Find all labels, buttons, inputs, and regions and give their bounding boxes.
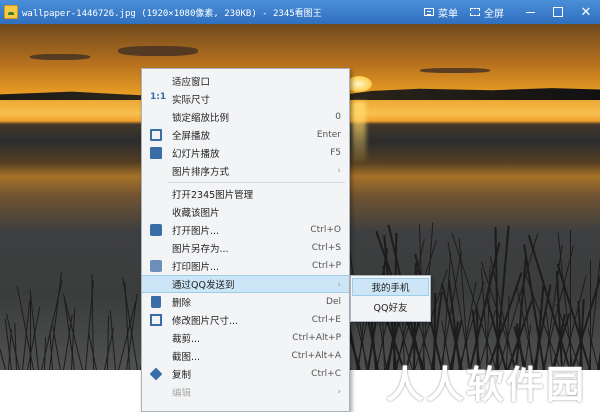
context-menu-item[interactable]: 锁定缩放比例 0 (142, 108, 349, 126)
menu-item-label: 删除 (172, 298, 192, 309)
menu-button[interactable]: 菜单 (424, 5, 458, 20)
submenu-item-my-phone[interactable]: 我的手机 (352, 278, 429, 296)
context-menu-item[interactable]: 全屏播放 Enter (142, 126, 349, 144)
trash-icon (151, 296, 161, 308)
menu-item-label: 图片排序方式 (172, 167, 230, 178)
sun-reflection (352, 102, 366, 162)
context-menu-item[interactable]: 复制 Ctrl+C (142, 365, 349, 383)
menu-item-label: 收藏该图片 (172, 208, 220, 219)
menu-item-label: 通过QQ发送到 (172, 280, 235, 291)
menu-item-shortcut: Ctrl+E (311, 315, 341, 325)
context-menu-item[interactable]: 打印图片... Ctrl+P (142, 257, 349, 275)
window-title: wallpaper-1446726.jpg (1920×1080像素, 230K… (22, 8, 322, 19)
context-menu-item[interactable]: 通过QQ发送到 › (142, 275, 349, 293)
context-menu-item[interactable]: 截图... Ctrl+Alt+A (142, 347, 349, 365)
chevron-right-icon: › (337, 280, 341, 290)
watermark-text: 人人软件园 (385, 363, 586, 407)
menu-item-shortcut: Ctrl+Alt+A (291, 351, 341, 361)
context-menu-item[interactable]: 1:1 实际尺寸 (142, 90, 349, 108)
grass-blade (0, 340, 6, 370)
submenu-item-qq-friend[interactable]: QQ好友 (352, 298, 429, 316)
grass-blade (27, 307, 41, 370)
fullscreen-icon (150, 129, 162, 141)
resize-icon (150, 314, 162, 326)
chevron-right-icon: › (337, 387, 341, 397)
menu-item-label: 裁剪... (172, 334, 201, 345)
copy-icon (149, 367, 163, 381)
context-menu-item[interactable]: 打开2345图片管理 (142, 185, 349, 203)
context-menu: 适应窗口 1:1 实际尺寸锁定缩放比例 0 全屏播放 Enter 幻灯片播放 F5 图片排序方式… (141, 68, 350, 412)
title-bar: wallpaper-1446726.jpg (1920×1080像素, 230K… (0, 0, 600, 24)
context-menu-item[interactable]: 图片排序方式 › (142, 162, 349, 180)
context-menu-item[interactable]: 图片另存为... Ctrl+S (142, 239, 349, 257)
cloud-shape (118, 46, 198, 56)
menu-item-shortcut: Enter (316, 130, 341, 140)
menu-item-label: 截图... (172, 352, 201, 363)
menu-item-shortcut: Ctrl+P (312, 261, 341, 271)
menu-separator (168, 182, 345, 183)
context-menu-item[interactable]: 收藏该图片 (142, 203, 349, 221)
minimize-button[interactable] (516, 0, 544, 24)
menu-item-shortcut: Del (326, 297, 341, 307)
close-button[interactable]: ✕ (572, 0, 600, 24)
menu-item-shortcut: Ctrl+Alt+P (292, 333, 341, 343)
menu-item-shortcut: F5 (330, 148, 341, 158)
menu-item-label: 适应窗口 (172, 77, 211, 88)
context-menu-item[interactable]: 幻灯片播放 F5 (142, 144, 349, 162)
context-menu-item[interactable]: 编辑 › (142, 383, 349, 401)
grass-blade (44, 337, 47, 370)
fullscreen-icon (470, 8, 480, 16)
menu-item-label: 打印图片... (172, 262, 220, 273)
menu-label: 菜单 (438, 8, 458, 20)
menu-item-label: 修改图片尺寸... (172, 316, 239, 327)
open-icon (150, 224, 162, 236)
menu-item-shortcut: 0 (335, 112, 341, 122)
menu-item-shortcut: Ctrl+C (311, 369, 341, 379)
cloud-shape (30, 54, 90, 60)
cloud-shape (420, 68, 490, 73)
grass-blade (52, 325, 61, 370)
qq-send-submenu: 我的手机 QQ好友 (350, 275, 431, 322)
menu-item-label: 打开2345图片管理 (172, 190, 254, 201)
print-icon (150, 260, 162, 272)
context-menu-item[interactable]: 打开图片... Ctrl+O (142, 221, 349, 239)
context-menu-item[interactable]: 适应窗口 (142, 72, 349, 90)
fullscreen-button[interactable]: 全屏 (470, 5, 504, 20)
context-menu-item[interactable]: 修改图片尺寸... Ctrl+E (142, 311, 349, 329)
menu-item-label: 图片另存为... (172, 244, 229, 255)
menu-item-label: 复制 (172, 370, 192, 381)
actual-size-icon: 1:1 (150, 92, 167, 102)
menu-item-label: 全屏播放 (172, 131, 211, 142)
chevron-right-icon: › (337, 166, 341, 176)
context-menu-item[interactable]: 裁剪... Ctrl+Alt+P (142, 329, 349, 347)
app-logo-icon (4, 5, 18, 19)
menu-item-shortcut: Ctrl+O (310, 225, 341, 235)
menu-icon (424, 8, 434, 16)
menu-item-label: 锁定缩放比例 (172, 113, 230, 124)
fullscreen-label: 全屏 (484, 8, 504, 20)
maximize-button[interactable] (544, 0, 572, 24)
menu-item-label: 幻灯片播放 (172, 149, 220, 160)
slideshow-icon (150, 147, 162, 159)
menu-item-label: 实际尺寸 (172, 95, 211, 106)
menu-item-shortcut: Ctrl+S (311, 243, 341, 253)
menu-item-label: 编辑 (172, 388, 192, 399)
menu-item-label: 打开图片... (172, 226, 220, 237)
context-menu-item[interactable]: 删除 Del (142, 293, 349, 311)
